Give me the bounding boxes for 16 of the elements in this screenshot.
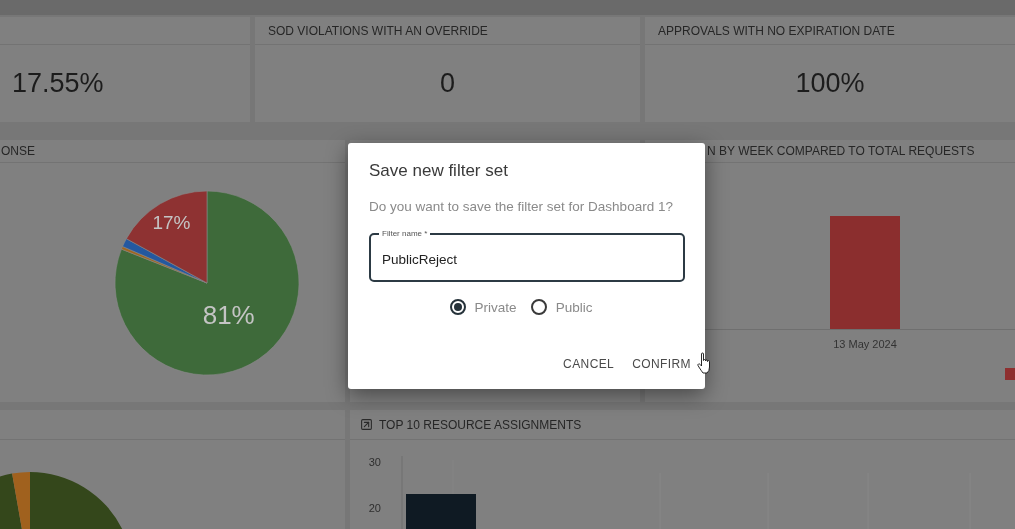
kpi-value: 100% bbox=[795, 68, 865, 99]
dialog-message: Do you want to save the filter set for Dashboard 1? bbox=[369, 198, 674, 215]
kpi-value: 17.55% bbox=[12, 68, 104, 99]
field-label: Filter name * bbox=[381, 229, 429, 238]
axis-label: 13 May 2024 bbox=[833, 338, 897, 350]
slice-label: 81% bbox=[202, 299, 255, 330]
kpi-value: 0 bbox=[440, 68, 455, 99]
panel-title: TOP 10 RESOURCE ASSIGNMENTS bbox=[379, 417, 582, 432]
slice-label: 17% bbox=[152, 212, 191, 234]
kpi-title: APPROVALS WITH NO EXPIRATION DATE bbox=[658, 23, 895, 38]
axis-tick-label: 30 bbox=[368, 456, 381, 468]
dialog-title: Save new filter set bbox=[369, 161, 509, 181]
panel-title: ONSE bbox=[1, 144, 35, 158]
axis-tick-label: 20 bbox=[368, 502, 381, 514]
panel-title: N BY WEEK COMPARED TO TOTAL REQUESTS bbox=[707, 144, 975, 158]
kpi-title: SOD VIOLATIONS WITH AN OVERRIDE bbox=[268, 23, 488, 38]
